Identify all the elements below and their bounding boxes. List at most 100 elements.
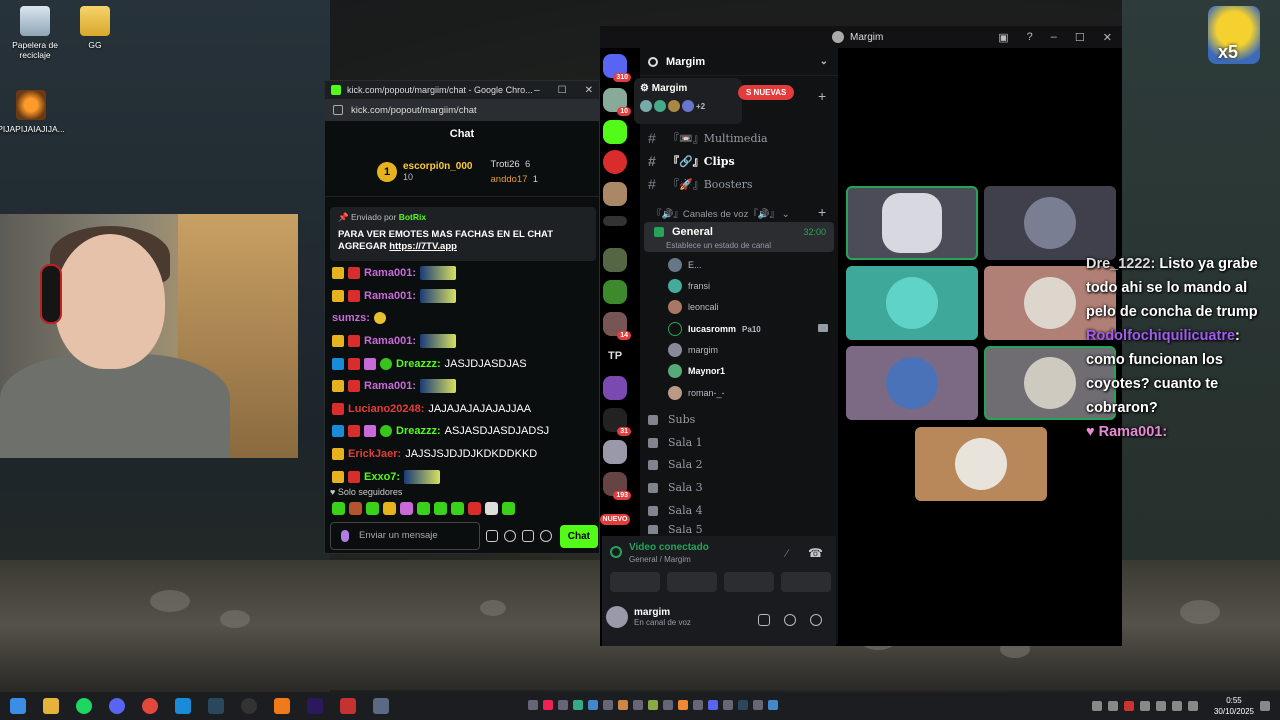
server-icon[interactable]: 193 [603, 472, 631, 500]
activities-button[interactable] [724, 572, 774, 592]
add-voice-channel-icon[interactable]: + [818, 204, 826, 220]
address-bar[interactable]: kick.com/popout/margiim/chat [325, 99, 599, 121]
emote-icon[interactable] [383, 502, 396, 515]
tray-app-icon[interactable] [708, 700, 718, 710]
server-icon[interactable]: 10 [603, 88, 631, 116]
channel-clips[interactable]: # 『🔗』Clips [648, 153, 735, 169]
maximize-icon[interactable]: ☐ [558, 85, 567, 96]
battery-icon[interactable] [1187, 701, 1198, 711]
chat-username[interactable]: ErickJaer: [348, 448, 401, 460]
chat-username[interactable]: Dreazzz: [396, 358, 441, 370]
desktop-icon-folder[interactable]: GG [60, 6, 130, 50]
voice-channel-sala-2[interactable]: Sala 2 [648, 458, 703, 471]
tray-app-icon[interactable] [723, 700, 733, 710]
voice-user[interactable]: roman-_- [668, 386, 725, 400]
tray-icon[interactable] [1123, 701, 1134, 711]
pinned-link[interactable]: https://7TV.app [389, 241, 457, 252]
emote-icon[interactable] [485, 502, 498, 515]
emote-icon[interactable] [468, 502, 481, 515]
discord-home-icon[interactable]: 310 [603, 54, 631, 82]
file-explorer-icon[interactable] [43, 698, 59, 714]
disconnect-icon[interactable]: ☎ [808, 546, 823, 560]
voice-user[interactable]: leoncali [668, 300, 719, 314]
chat-username[interactable]: Exxo7: [364, 471, 400, 483]
video-tile[interactable] [915, 427, 1047, 501]
emote-icon[interactable] [434, 502, 447, 515]
tray-app-icon[interactable] [573, 700, 583, 710]
microphone-icon[interactable] [758, 614, 770, 626]
pinned-sender[interactable]: BotRix [399, 212, 426, 222]
settings-icon[interactable] [540, 530, 552, 542]
spotify-icon[interactable] [76, 698, 92, 714]
gear-icon[interactable] [810, 614, 822, 626]
tray-app-icon[interactable] [693, 700, 703, 710]
mic-icon[interactable] [341, 530, 349, 542]
tray-app-icon[interactable] [618, 700, 628, 710]
server-icon[interactable] [603, 280, 627, 304]
network-icon[interactable] [1155, 701, 1166, 711]
video-editor-icon[interactable] [340, 698, 356, 714]
leaderboard-second-name[interactable]: Troti26 [491, 159, 520, 170]
server-icon[interactable] [603, 216, 627, 226]
channel-status-prompt[interactable]: Establece un estado de canal [666, 241, 771, 250]
emote-icon[interactable] [349, 502, 362, 515]
tray-app-icon[interactable] [738, 700, 748, 710]
voice-user[interactable]: margim [668, 343, 718, 357]
tray-icon[interactable] [1107, 701, 1118, 711]
chrome-icon[interactable] [142, 698, 158, 714]
server-header[interactable]: Margim ⌄ [640, 48, 838, 76]
notifications-icon[interactable] [1260, 701, 1270, 711]
server-icon-initials[interactable]: TP [603, 344, 627, 368]
camera-toggle-button[interactable] [610, 572, 660, 592]
emote-icon[interactable] [451, 502, 464, 515]
voice-channel-sala-5[interactable]: Sala 5 [648, 525, 703, 534]
calculator-icon[interactable] [373, 698, 389, 714]
clock[interactable]: 0:55 30/10/2025 [1214, 695, 1254, 717]
chevron-up-icon[interactable] [1091, 701, 1102, 711]
minimize-icon[interactable]: – [534, 85, 540, 96]
voice-channel-subs[interactable]: Subs [648, 413, 695, 426]
emote-icon[interactable] [502, 502, 515, 515]
channel-boosters[interactable]: # 『🚀』Boosters [648, 176, 753, 192]
server-icon[interactable]: 14 [603, 312, 631, 340]
voice-category[interactable]: 『🔊』Canales de voz『🔊』 ⌄ [652, 206, 790, 220]
server-icon[interactable] [603, 182, 627, 206]
tray-app-icon[interactable] [558, 700, 568, 710]
chat-username[interactable]: Rama001: [364, 267, 416, 279]
maximize-icon[interactable]: ☐ [1075, 31, 1085, 44]
kick-server-icon[interactable] [603, 120, 627, 144]
screen-share-button[interactable] [667, 572, 717, 592]
chat-username[interactable]: Rama001: [364, 380, 416, 392]
desktop-icon-fl-studio[interactable]: PIJAPIJAIAJIJA... [0, 90, 66, 134]
emote-icon[interactable] [417, 502, 430, 515]
channel-multimedia[interactable]: # 『📼』Multimedia [648, 130, 768, 146]
server-icon[interactable] [603, 248, 627, 272]
leaderboard-third-name[interactable]: anddo17 [491, 174, 528, 185]
gift-icon[interactable] [522, 530, 534, 542]
server-icon[interactable] [603, 440, 627, 464]
chat-username[interactable]: Rama001: [364, 335, 416, 347]
chat-username[interactable]: Rama001: [364, 290, 416, 302]
voice-channel-general[interactable]: General 32:00 Establece un estado de can… [644, 222, 834, 252]
new-servers-badge[interactable]: NUEVO [600, 514, 630, 525]
tray-app-icon[interactable] [753, 700, 763, 710]
voice-channel-sala-4[interactable]: Sala 4 [648, 504, 703, 517]
voice-user[interactable]: lucasromm Pa10 [668, 322, 761, 336]
inbox-icon[interactable]: ▣ [998, 31, 1008, 44]
tray-app-icon[interactable] [648, 700, 658, 710]
video-tile[interactable] [846, 186, 978, 260]
windows-start-icon[interactable] [10, 698, 26, 714]
server-icon[interactable]: 31 [603, 408, 631, 436]
tray-app-icon[interactable] [588, 700, 598, 710]
voice-user[interactable]: fransi [668, 279, 710, 293]
voice-user[interactable]: E... [668, 258, 702, 272]
tray-app-icon[interactable] [528, 700, 538, 710]
send-chat-button[interactable]: Chat [559, 524, 598, 548]
emoji-icon[interactable] [504, 530, 516, 542]
user-panel[interactable]: margim En canal de voz [606, 606, 691, 628]
tray-icon[interactable] [1139, 701, 1150, 711]
tray-app-icon[interactable] [603, 700, 613, 710]
steam-icon[interactable] [208, 698, 224, 714]
voice-connection-location[interactable]: General / Margim [629, 555, 691, 564]
minimize-icon[interactable]: – [1051, 31, 1057, 44]
